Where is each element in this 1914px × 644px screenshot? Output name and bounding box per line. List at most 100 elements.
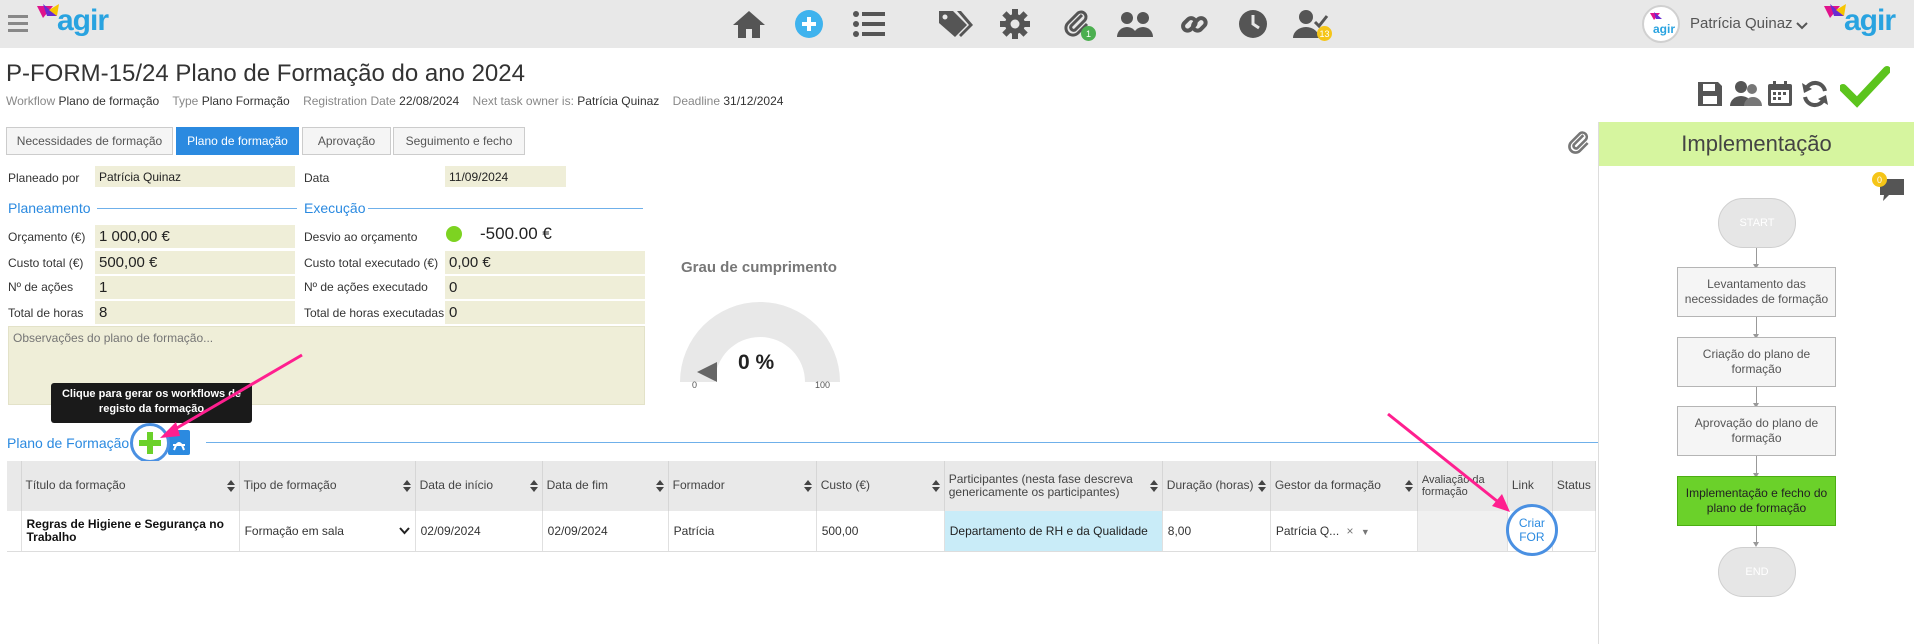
flow-end-node[interactable]: END — [1718, 547, 1796, 597]
cell-participants[interactable]: Departamento de RH e da Qualidade — [944, 511, 1163, 552]
cell-link[interactable]: Criar FOR — [1505, 504, 1558, 556]
sort-icon[interactable] — [226, 480, 235, 492]
column-header-duration[interactable]: Duração (horas) — [1162, 461, 1271, 511]
flow-step-creation[interactable]: Criação do plano de formação — [1677, 337, 1836, 387]
column-header-status[interactable]: Status — [1552, 461, 1597, 511]
type-select[interactable]: Formação em sala — [245, 524, 410, 538]
sort-icon[interactable] — [803, 480, 812, 492]
exec-cost-field[interactable]: 0,00 € — [445, 251, 645, 274]
flow-step-implementation[interactable]: Implementação e fecho do plano de formaç… — [1677, 476, 1836, 526]
flow-step-approval[interactable]: Aprovação do plano de formação — [1677, 406, 1836, 456]
tab-seguimento[interactable]: Seguimento e fecho — [393, 127, 525, 155]
column-header-type[interactable]: Tipo de formação — [239, 461, 416, 511]
column-header-evaluation[interactable]: Avaliação da formação — [1417, 461, 1508, 511]
cell-title[interactable]: Regras de Higiene e Segurança no Trabalh… — [21, 511, 240, 552]
flow-connector — [1753, 387, 1759, 408]
flow-connector — [1753, 456, 1759, 478]
exec-actions-field[interactable]: 0 — [445, 276, 645, 299]
participants-icon[interactable] — [1730, 80, 1762, 113]
agir-logo[interactable]: agir — [35, 2, 125, 46]
actions-field[interactable]: 1 — [95, 276, 295, 299]
row-select[interactable] — [7, 511, 22, 552]
exec-hours-field[interactable]: 0 — [445, 301, 645, 324]
add-workflow-button[interactable] — [130, 423, 170, 463]
clock-icon[interactable] — [1234, 5, 1272, 43]
chevron-down-icon[interactable] — [398, 527, 410, 535]
gauge-max: 100 — [815, 380, 831, 390]
column-header-title[interactable]: Título da formação — [21, 461, 240, 511]
clear-icon[interactable]: × — [1347, 524, 1354, 538]
flow-step-needs[interactable]: Levantamento das necessidades de formaçã… — [1677, 267, 1836, 317]
actions-label: Nº de ações — [8, 280, 74, 294]
cell-cost[interactable]: 500,00 — [816, 511, 945, 552]
tags-icon[interactable] — [936, 5, 974, 43]
export-pdf-icon[interactable] — [168, 430, 190, 455]
total-cost-field[interactable]: 500,00 € — [95, 251, 295, 274]
sort-icon[interactable] — [1404, 480, 1413, 492]
tab-plano[interactable]: Plano de formação — [176, 127, 299, 155]
flow-start-node[interactable]: START — [1718, 198, 1796, 248]
user-name[interactable]: Patrícia Quinaz — [1690, 15, 1793, 32]
column-header-manager[interactable]: Gestor da formação — [1270, 461, 1418, 511]
users-icon[interactable] — [1116, 5, 1154, 43]
exec-hours-label: Total de horas executadas — [304, 306, 445, 320]
cell-duration[interactable]: 8,00 — [1162, 511, 1271, 552]
column-header-start[interactable]: Data de início — [415, 461, 543, 511]
execution-section-title: Execução — [304, 200, 366, 216]
planned-by-field[interactable]: Patrícia Quinaz — [95, 166, 295, 187]
cell-end-date[interactable]: 02/09/2024 — [542, 511, 669, 552]
deviation-label: Desvio ao orçamento — [304, 230, 418, 244]
sort-icon[interactable] — [1257, 480, 1266, 492]
column-header-participants[interactable]: Participantes (nesta fase descreva gener… — [944, 461, 1163, 511]
column-header-end[interactable]: Data de fim — [542, 461, 669, 511]
sort-icon[interactable] — [529, 480, 538, 492]
sort-icon[interactable] — [655, 480, 664, 492]
tab-aprovacao[interactable]: Aprovação — [302, 127, 391, 155]
budget-field[interactable]: 1 000,00 € — [95, 225, 295, 248]
refresh-icon[interactable] — [1800, 79, 1830, 114]
cell-start-date[interactable]: 02/09/2024 — [415, 511, 543, 552]
user-avatar[interactable]: agir — [1642, 5, 1680, 43]
owner-value: Patrícia Quinaz — [577, 94, 660, 108]
sort-icon[interactable] — [402, 480, 411, 492]
cell-evaluation — [1417, 511, 1508, 552]
table-row[interactable]: Regras de Higiene e Segurança no Trabalh… — [7, 504, 1597, 556]
save-icon[interactable] — [1696, 80, 1724, 113]
column-header-trainer[interactable]: Formador — [668, 461, 817, 511]
hours-field[interactable]: 8 — [95, 301, 295, 324]
list-icon[interactable] — [850, 5, 888, 43]
chevron-down-icon[interactable] — [1796, 18, 1808, 36]
attachment-icon[interactable] — [1566, 130, 1592, 161]
column-header-cost[interactable]: Custo (€) — [816, 461, 945, 511]
tab-necessidades[interactable]: Necessidades de formação — [6, 127, 173, 155]
date-field[interactable]: 11/09/2024 — [445, 166, 566, 187]
user-check-icon[interactable]: 13 — [1292, 5, 1332, 43]
planning-divider — [97, 208, 297, 209]
table-header-row: Título da formação Tipo de formação Data… — [7, 461, 1597, 511]
comments-badge: 0 — [1872, 172, 1887, 187]
workflow-value: Plano de formação — [58, 94, 160, 108]
date-label: Data — [304, 171, 330, 185]
type-select-value: Formação em sala — [244, 523, 344, 538]
sort-icon[interactable] — [931, 480, 940, 492]
menu-icon[interactable] — [8, 14, 30, 34]
approve-check-icon[interactable] — [1839, 66, 1891, 113]
add-icon[interactable] — [790, 5, 828, 43]
cell-manager[interactable]: Patrícia Q... × ▼ — [1270, 511, 1418, 552]
cell-trainer[interactable]: Patrícia — [668, 511, 817, 552]
paperclip-icon[interactable]: 1 — [1058, 5, 1096, 43]
link-icon[interactable] — [1175, 5, 1213, 43]
cell-type[interactable]: Formação em sala — [239, 511, 416, 552]
tooltip: Clique para gerar os workflows de regist… — [51, 383, 252, 423]
gear-icon[interactable] — [996, 5, 1034, 43]
gauge-min: 0 — [692, 380, 698, 390]
create-for-link[interactable]: Criar FOR — [1505, 504, 1558, 556]
training-plan-table: Título da formação Tipo de formação Data… — [7, 461, 1597, 556]
registration-label: Registration Date — [303, 94, 396, 108]
sort-icon[interactable] — [1149, 480, 1158, 492]
phase-header: Implementação — [1599, 122, 1914, 166]
caret-down-icon[interactable]: ▼ — [1361, 527, 1370, 537]
home-icon[interactable] — [730, 5, 768, 43]
calendar-icon[interactable] — [1766, 80, 1794, 113]
logo-text: agir — [57, 4, 109, 37]
